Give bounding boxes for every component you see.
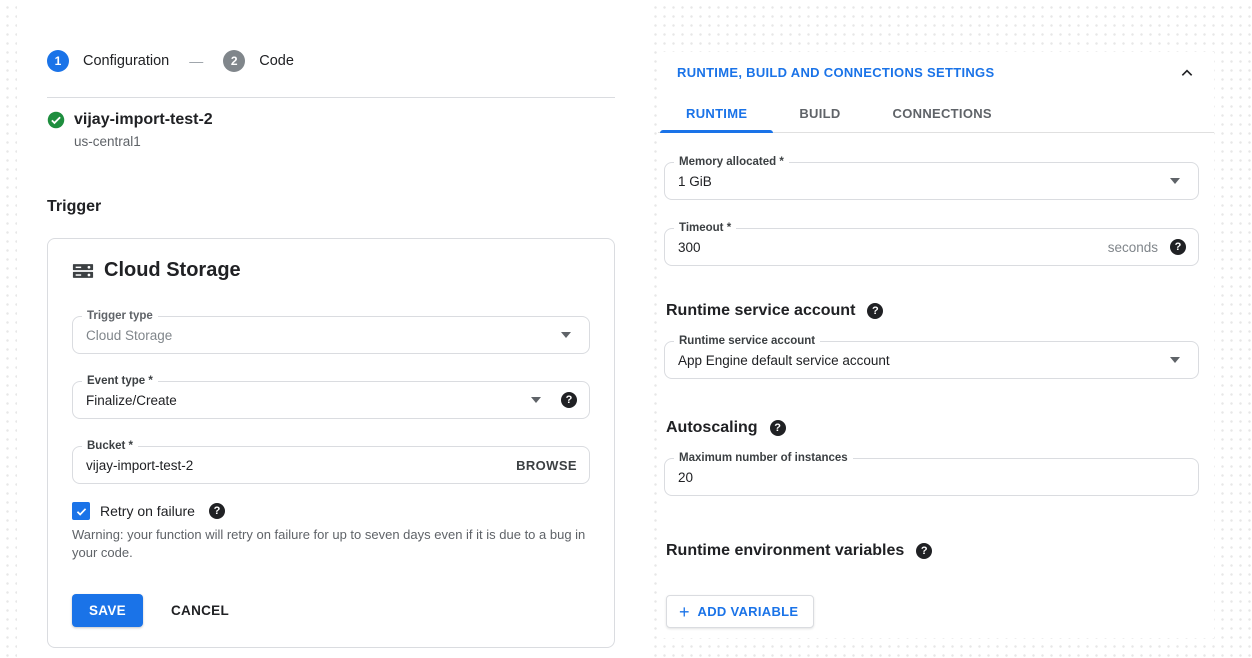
chevron-down-icon xyxy=(531,397,541,403)
step-2-circle[interactable]: 2 xyxy=(223,50,245,72)
max-instances-label: Maximum number of instances xyxy=(674,451,853,465)
cloud-storage-icon xyxy=(72,260,94,282)
stepper-divider xyxy=(47,97,615,98)
timeout-input[interactable] xyxy=(678,240,1108,255)
trigger-card: Cloud Storage Trigger type Cloud Storage… xyxy=(47,238,615,648)
runtime-service-account-select[interactable]: Runtime service account App Engine defau… xyxy=(664,341,1199,379)
retry-checkbox[interactable] xyxy=(72,502,90,520)
add-variable-button[interactable]: + ADD VARIABLE xyxy=(666,595,814,628)
env-vars-help-icon[interactable]: ? xyxy=(916,543,932,559)
trigger-type-label: Trigger type xyxy=(82,309,158,323)
settings-expander-header: RUNTIME, BUILD AND CONNECTIONS SETTINGS xyxy=(658,52,1214,80)
event-type-label: Event type * xyxy=(82,374,158,388)
memory-allocated-value: 1 GiB xyxy=(678,174,1164,189)
service-account-section: Runtime service account ? xyxy=(666,302,1214,320)
save-button[interactable]: SAVE xyxy=(72,594,143,627)
stepper: 1 Configuration — 2 Code xyxy=(47,50,615,72)
add-variable-label: ADD VARIABLE xyxy=(698,604,799,619)
retry-on-failure-row: Retry on failure ? xyxy=(72,502,590,520)
retry-label: Retry on failure xyxy=(100,503,195,519)
step-separator: — xyxy=(189,53,203,69)
settings-tabs: RUNTIME BUILD CONNECTIONS xyxy=(658,97,1214,133)
bucket-label: Bucket * xyxy=(82,439,138,453)
trigger-type-value: Cloud Storage xyxy=(86,328,555,343)
runtime-service-account-label: Runtime service account xyxy=(674,334,820,348)
max-instances-field: Maximum number of instances xyxy=(664,458,1199,496)
tab-connections[interactable]: CONNECTIONS xyxy=(867,97,1018,132)
autoscaling-help-icon[interactable]: ? xyxy=(770,420,786,436)
tab-build[interactable]: BUILD xyxy=(773,97,866,132)
memory-allocated-label: Memory allocated * xyxy=(674,155,789,169)
chevron-down-icon xyxy=(1170,357,1180,363)
chevron-down-icon xyxy=(561,332,571,338)
env-vars-section: Runtime environment variables ? xyxy=(666,542,1214,560)
timeout-field: Timeout * seconds ? xyxy=(664,228,1199,266)
timeout-help-icon[interactable]: ? xyxy=(1170,239,1186,255)
env-vars-section-title: Runtime environment variables xyxy=(666,542,904,560)
service-account-help-icon[interactable]: ? xyxy=(867,303,883,319)
autoscaling-section-title: Autoscaling xyxy=(666,419,758,437)
chevron-up-icon[interactable] xyxy=(1180,66,1194,80)
trigger-actions: SAVE CANCEL xyxy=(72,594,590,627)
runtime-settings-panel: RUNTIME, BUILD AND CONNECTIONS SETTINGS … xyxy=(658,52,1214,638)
event-type-select[interactable]: Event type * Finalize/Create ? xyxy=(72,381,590,419)
step-2-label[interactable]: Code xyxy=(259,53,294,69)
max-instances-input[interactable] xyxy=(678,470,1186,485)
cancel-button[interactable]: CANCEL xyxy=(171,603,229,618)
settings-expander-label[interactable]: RUNTIME, BUILD AND CONNECTIONS SETTINGS xyxy=(677,65,994,80)
trigger-section-title: Trigger xyxy=(47,198,615,216)
runtime-service-account-value: App Engine default service account xyxy=(678,353,1164,368)
bucket-input[interactable] xyxy=(86,458,516,473)
trigger-type-select[interactable]: Trigger type Cloud Storage xyxy=(72,316,590,354)
autoscaling-section: Autoscaling ? xyxy=(666,419,1214,437)
tab-runtime[interactable]: RUNTIME xyxy=(660,97,773,132)
timeout-suffix: seconds xyxy=(1108,240,1158,255)
retry-help-icon[interactable]: ? xyxy=(209,503,225,519)
service-account-section-title: Runtime service account xyxy=(666,302,855,320)
event-type-help-icon[interactable]: ? xyxy=(561,392,577,408)
trigger-card-header: Cloud Storage xyxy=(72,259,590,282)
function-config-panel: 1 Configuration — 2 Code vijay-import-te… xyxy=(17,6,648,658)
function-status-row: vijay-import-test-2 xyxy=(47,111,615,129)
step-1-label[interactable]: Configuration xyxy=(83,53,169,69)
memory-allocated-select[interactable]: Memory allocated * 1 GiB xyxy=(664,162,1199,200)
function-name: vijay-import-test-2 xyxy=(74,111,213,129)
trigger-card-title: Cloud Storage xyxy=(104,259,241,282)
function-region: us-central1 xyxy=(74,134,615,149)
timeout-label: Timeout * xyxy=(674,221,736,235)
checkmark-icon xyxy=(75,505,88,518)
check-circle-icon xyxy=(47,111,65,129)
step-1-circle[interactable]: 1 xyxy=(47,50,69,72)
retry-warning-text: Warning: your function will retry on fai… xyxy=(72,526,590,562)
browse-button[interactable]: BROWSE xyxy=(516,458,577,473)
bucket-field: Bucket * BROWSE xyxy=(72,446,590,484)
chevron-down-icon xyxy=(1170,178,1180,184)
plus-icon: + xyxy=(679,605,690,619)
event-type-value: Finalize/Create xyxy=(86,393,525,408)
